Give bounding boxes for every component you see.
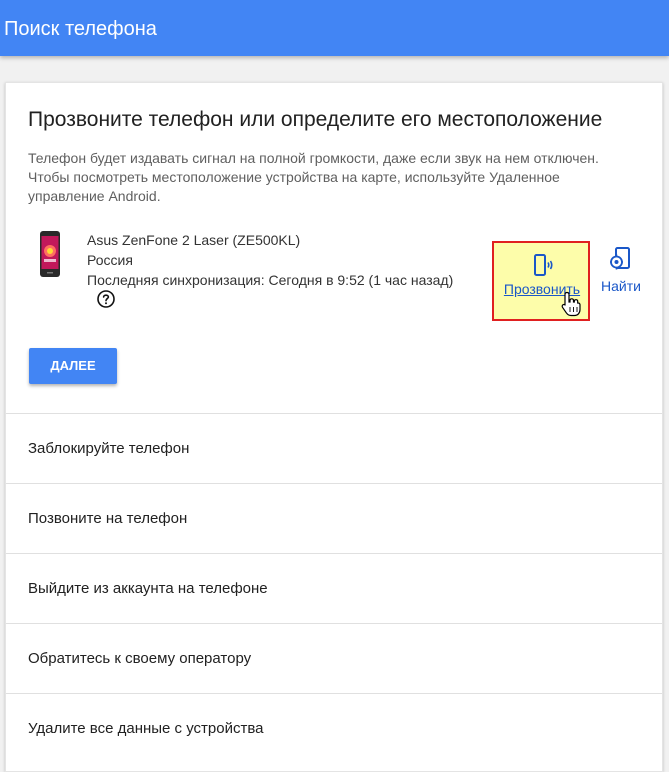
action-list: Заблокируйте телефон Позвоните на телефо… — [6, 413, 662, 763]
device-name: Asus ZenFone 2 Laser (ZE500KL) — [87, 232, 301, 248]
help-circle-icon[interactable] — [97, 290, 115, 308]
sign-out-item[interactable]: Выйдите из аккаунта на телефоне — [6, 553, 662, 623]
ring-phone-button[interactable]: Прозвонить — [492, 241, 590, 321]
top-app-bar: Поиск телефона — [0, 0, 669, 56]
next-button[interactable]: ДАЛЕЕ — [29, 348, 117, 384]
smartphone-image — [40, 231, 60, 277]
main-card: Прозвоните телефон или определите его ме… — [5, 82, 663, 772]
hand-pointer-cursor-icon — [561, 291, 581, 317]
device-last-sync: Последняя синхронизация: Сегодня в 9:52 … — [87, 272, 454, 288]
erase-device-item[interactable]: Удалите все данные с устройства — [6, 693, 662, 763]
contact-carrier-item[interactable]: Обратитесь к своему оператору — [6, 623, 662, 693]
lock-phone-item[interactable]: Заблокируйте телефон — [6, 413, 662, 483]
find-phone-label[interactable]: Найти — [600, 277, 642, 295]
card-heading: Прозвоните телефон или определите его ме… — [28, 108, 603, 131]
page-title: Поиск телефона — [4, 18, 157, 40]
phone-ringing-icon — [534, 254, 553, 276]
card-description: Телефон будет издавать сигнал на полной … — [28, 150, 599, 204]
phone-locate-icon[interactable] — [610, 247, 632, 273]
device-country: Россия — [87, 252, 133, 268]
call-phone-item[interactable]: Позвоните на телефон — [6, 483, 662, 553]
